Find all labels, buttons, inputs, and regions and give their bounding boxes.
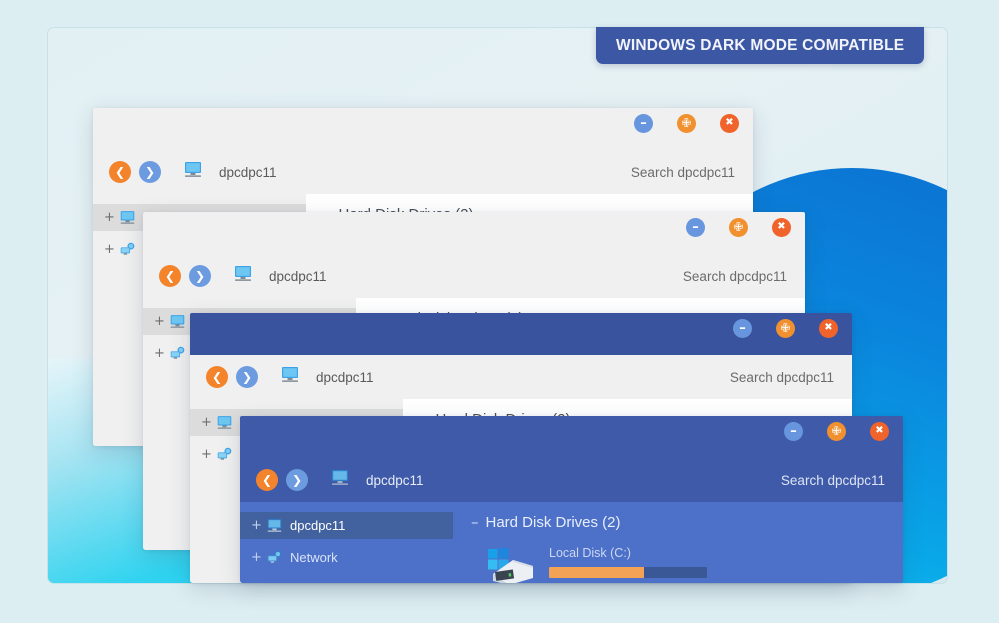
minimize-button[interactable]: – — [733, 319, 752, 338]
back-icon[interactable]: ❮ — [256, 469, 278, 491]
network-icon — [169, 346, 186, 361]
expander-icon[interactable]: + — [104, 243, 116, 256]
drive-name: Local Disk (C:) — [549, 546, 631, 560]
hard-disk-drive-icon — [483, 544, 535, 583]
search-input[interactable]: Search dpcdpc11 — [631, 165, 735, 180]
window-2-controls: – ✙ ✖ — [686, 218, 791, 237]
address-text[interactable]: dpcdpc11 — [219, 165, 277, 180]
maximize-button[interactable]: ✙ — [677, 114, 696, 133]
computer-icon — [169, 314, 186, 329]
window-2-titlebar[interactable]: – ✙ ✖ — [143, 212, 805, 254]
back-icon[interactable]: ❮ — [109, 161, 131, 183]
network-icon — [266, 550, 283, 565]
collapse-icon[interactable]: – — [471, 513, 479, 531]
address-text[interactable]: dpcdpc11 — [366, 473, 424, 488]
maximize-button[interactable]: ✙ — [827, 422, 846, 441]
computer-icon — [280, 366, 300, 388]
screenshot-root: – ✙ ✖ ❮ ❯ dpcdpc11 Search dpcdpc11 + dp — [0, 0, 999, 623]
window-4-body: + dpcdpc11 + Network – Hard Disk Drives … — [240, 502, 903, 583]
window-4-content: – Hard Disk Drives (2) Local Disk (C:) — [453, 502, 903, 583]
window-1-controls: – ✙ ✖ — [634, 114, 739, 133]
close-button[interactable]: ✖ — [720, 114, 739, 133]
network-icon — [216, 447, 233, 462]
window-4-controls: – ✙ ✖ — [784, 422, 889, 441]
window-3-controls: – ✙ ✖ — [733, 319, 838, 338]
expander-icon[interactable]: + — [251, 551, 263, 564]
minimize-button[interactable]: – — [634, 114, 653, 133]
explorer-window-4[interactable]: – ✙ ✖ ❮ ❯ dpcdpc11 Search dpcdpc11 + dpc… — [240, 416, 903, 583]
search-input[interactable]: Search dpcdpc11 — [781, 473, 885, 488]
computer-icon — [216, 415, 233, 430]
drive-capacity-fill — [549, 567, 644, 578]
window-4-navbar: ❮ ❯ dpcdpc11 Search dpcdpc11 — [240, 458, 903, 502]
group-header-label: Hard Disk Drives (2) — [485, 513, 621, 531]
forward-icon[interactable]: ❯ — [286, 469, 308, 491]
expander-icon[interactable]: + — [201, 416, 213, 429]
sidebar-item-label: Network — [290, 550, 338, 565]
group-header[interactable]: – Hard Disk Drives (2) — [471, 513, 903, 531]
close-button[interactable]: ✖ — [772, 218, 791, 237]
sidebar-item-network[interactable]: + Network — [240, 544, 453, 571]
drive-meta: Local Disk (C:) 44.9 GB free of 111 GB — [549, 544, 707, 583]
computer-icon — [183, 161, 203, 183]
computer-icon — [330, 469, 350, 491]
drive-item-local-disk-c[interactable]: Local Disk (C:) 44.9 GB free of 111 GB — [483, 544, 903, 583]
compat-banner-label: WINDOWS DARK MODE COMPATIBLE — [616, 36, 905, 54]
address-text[interactable]: dpcdpc11 — [269, 269, 327, 284]
sidebar-item-label: dpcdpc11 — [290, 518, 346, 533]
drive-capacity-bar — [549, 567, 707, 578]
computer-icon — [119, 210, 136, 225]
minimize-button[interactable]: – — [686, 218, 705, 237]
expander-icon[interactable]: + — [104, 211, 116, 224]
window-1-navbar: ❮ ❯ dpcdpc11 Search dpcdpc11 — [93, 150, 753, 194]
window-4-sidebar: + dpcdpc11 + Network — [240, 502, 453, 583]
address-text[interactable]: dpcdpc11 — [316, 370, 374, 385]
close-button[interactable]: ✖ — [819, 319, 838, 338]
window-3-titlebar[interactable]: – ✙ ✖ — [190, 313, 852, 355]
expander-icon[interactable]: + — [251, 519, 263, 532]
computer-icon — [266, 518, 283, 533]
window-3-navbar: ❮ ❯ dpcdpc11 Search dpcdpc11 — [190, 355, 852, 399]
close-button[interactable]: ✖ — [870, 422, 889, 441]
maximize-button[interactable]: ✙ — [776, 319, 795, 338]
compat-banner: WINDOWS DARK MODE COMPATIBLE — [596, 27, 925, 64]
window-1-titlebar[interactable]: – ✙ ✖ — [93, 108, 753, 150]
expander-icon[interactable]: + — [154, 315, 166, 328]
forward-icon[interactable]: ❯ — [139, 161, 161, 183]
maximize-button[interactable]: ✙ — [729, 218, 748, 237]
window-2-navbar: ❮ ❯ dpcdpc11 Search dpcdpc11 — [143, 254, 805, 298]
forward-icon[interactable]: ❯ — [189, 265, 211, 287]
expander-icon[interactable]: + — [201, 448, 213, 461]
back-icon[interactable]: ❮ — [206, 366, 228, 388]
computer-icon — [233, 265, 253, 287]
network-icon — [119, 242, 136, 257]
forward-icon[interactable]: ❯ — [236, 366, 258, 388]
search-input[interactable]: Search dpcdpc11 — [683, 269, 787, 284]
back-icon[interactable]: ❮ — [159, 265, 181, 287]
expander-icon[interactable]: + — [154, 347, 166, 360]
window-4-titlebar[interactable]: – ✙ ✖ — [240, 416, 903, 458]
sidebar-item-computer[interactable]: + dpcdpc11 — [240, 512, 453, 539]
minimize-button[interactable]: – — [784, 422, 803, 441]
search-input[interactable]: Search dpcdpc11 — [730, 370, 834, 385]
